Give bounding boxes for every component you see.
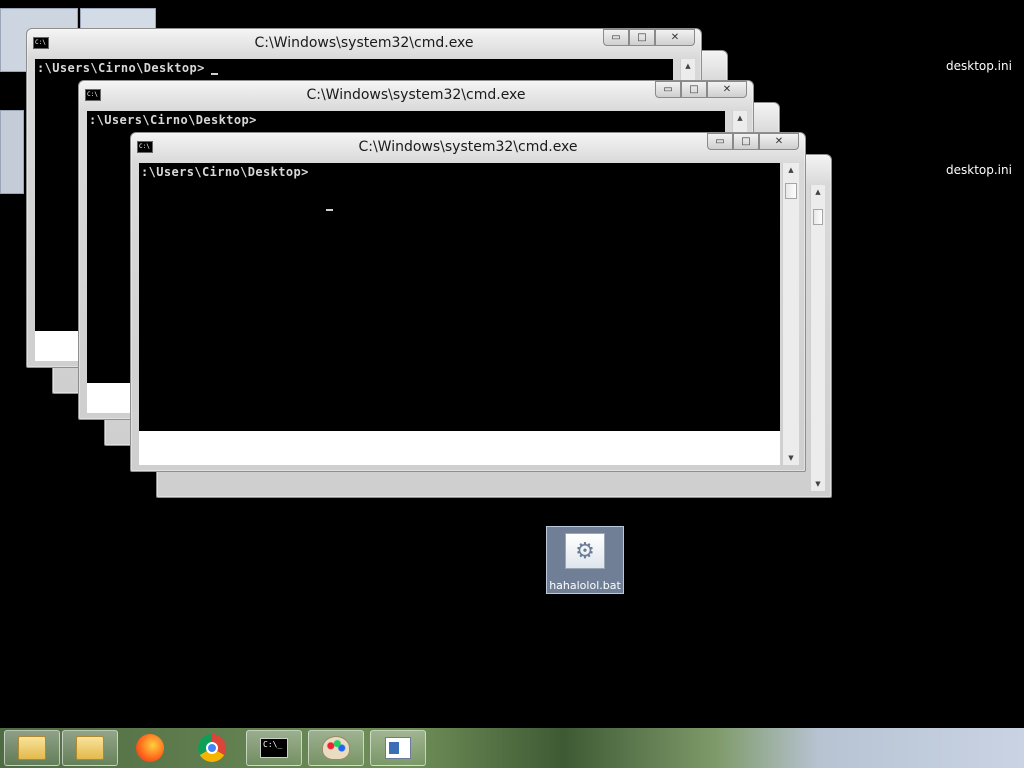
text-cursor: [211, 73, 218, 75]
taskbar-folder-button[interactable]: [62, 730, 118, 766]
firefox-icon: [136, 734, 164, 762]
folder-icon: [18, 736, 46, 760]
console-prompt: :\Users\Cirno\Desktop>: [89, 113, 257, 127]
scroll-thumb[interactable]: [785, 183, 797, 199]
minimize-button[interactable]: ▭: [655, 81, 681, 98]
scroll-up-arrow-icon[interactable]: ▲: [733, 111, 747, 125]
batch-file-gear-icon: ⚙: [565, 533, 605, 569]
paint-icon: [322, 736, 350, 760]
document-icon: [385, 737, 411, 759]
desktop-file-label[interactable]: desktop.ini: [946, 59, 1012, 73]
taskbar-cmd-button[interactable]: C:\_: [246, 730, 302, 766]
desktop-icon-bat-file[interactable]: ⚙ hahalolol.bat: [546, 526, 624, 594]
scroll-thumb[interactable]: [813, 209, 823, 225]
console-prompt: :\Users\Cirno\Desktop>: [37, 61, 205, 75]
taskbar-document-button[interactable]: [370, 730, 426, 766]
vertical-scrollbar[interactable]: ▲ ▼: [782, 163, 799, 465]
close-button[interactable]: ✕: [707, 81, 747, 98]
text-cursor: [326, 209, 333, 211]
console-prompt: :\Users\Cirno\Desktop>: [141, 165, 309, 179]
scroll-up-arrow-icon[interactable]: ▲: [811, 185, 825, 199]
desktop-icon-label: hahalolol.bat: [549, 579, 621, 592]
taskbar-paint-button[interactable]: [308, 730, 364, 766]
folder-icon: [76, 736, 104, 760]
desktop-file-label[interactable]: desktop.ini: [946, 163, 1012, 177]
console-bottom-strip: [139, 431, 780, 465]
vertical-scrollbar[interactable]: ▲ ▼: [810, 185, 825, 491]
window-title: C:\Windows\system32\cmd.exe: [358, 139, 578, 155]
scroll-up-arrow-icon[interactable]: ▲: [681, 59, 695, 73]
maximize-button[interactable]: □: [629, 29, 655, 46]
window-title: C:\Windows\system32\cmd.exe: [254, 35, 474, 51]
desktop: ▲ ▼ C:\ C:\Windows\system32\cmd.exe ▭ □ …: [0, 0, 1024, 730]
scroll-down-arrow-icon[interactable]: ▼: [783, 451, 799, 465]
maximize-button[interactable]: □: [681, 81, 707, 98]
taskbar-folder-button[interactable]: [4, 730, 60, 766]
minimize-button[interactable]: ▭: [707, 133, 733, 150]
cmd-window-3[interactable]: C:\ C:\Windows\system32\cmd.exe ▭ □ ✕ :\…: [130, 132, 806, 472]
console-area[interactable]: :\Users\Cirno\Desktop>: [139, 163, 780, 465]
maximize-button[interactable]: □: [733, 133, 759, 150]
desktop-icon-partial[interactable]: [0, 110, 24, 194]
taskbar-chrome-button[interactable]: [184, 730, 240, 766]
scroll-up-arrow-icon[interactable]: ▲: [783, 163, 799, 177]
chrome-icon: [198, 734, 226, 762]
close-button[interactable]: ✕: [759, 133, 799, 150]
close-button[interactable]: ✕: [655, 29, 695, 46]
taskbar-firefox-button[interactable]: [122, 730, 178, 766]
cmd-icon: C:\_: [260, 738, 288, 758]
scroll-down-arrow-icon[interactable]: ▼: [811, 477, 825, 491]
window-title: C:\Windows\system32\cmd.exe: [306, 87, 526, 103]
minimize-button[interactable]: ▭: [603, 29, 629, 46]
taskbar: C:\_: [0, 728, 1024, 768]
